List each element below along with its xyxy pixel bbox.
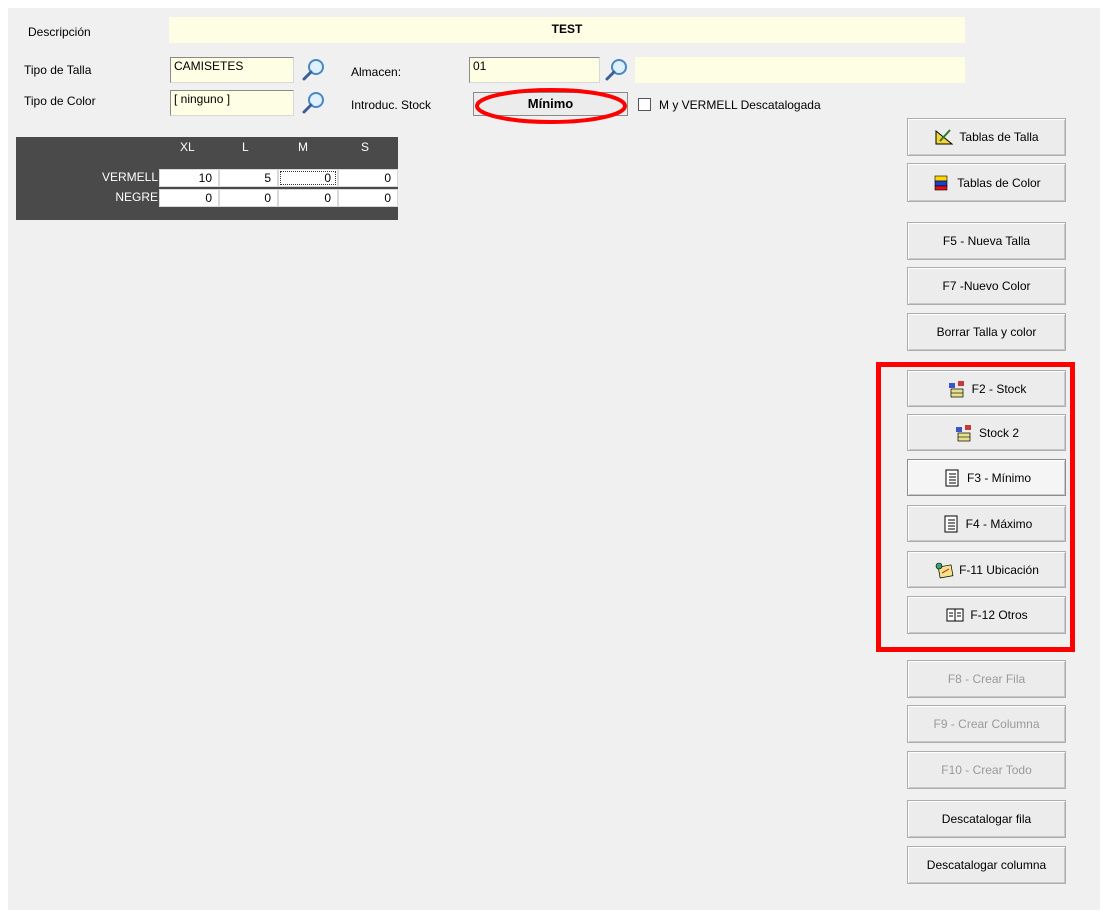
grid-row-label: VERMELL: [101, 170, 158, 184]
tablas-color-button[interactable]: Tablas de Color: [907, 163, 1066, 202]
grid-column-header: S: [361, 140, 370, 154]
maximo-button[interactable]: F4 - Máximo: [907, 505, 1066, 542]
boxes-icon: [955, 424, 971, 441]
grid-cell[interactable]: 0: [338, 169, 398, 187]
ubicacion-button[interactable]: F-11 Ubicación: [907, 551, 1066, 588]
form-panel: Descripción TEST Tipo de Talla CAMISETES…: [8, 8, 1100, 910]
red-ellipse-annotation: [475, 88, 627, 124]
almacen-lookup-button[interactable]: [603, 57, 629, 83]
minimo-label: F3 - Mínimo: [966, 470, 1031, 485]
tipo-talla-field[interactable]: CAMISETES: [170, 57, 294, 83]
descripcion-field[interactable]: TEST: [169, 17, 965, 43]
almacen-label: Almacen:: [351, 65, 402, 79]
descatalogar-fila-button[interactable]: Descatalogar fila: [907, 800, 1066, 838]
grid-cell[interactable]: 0: [159, 189, 219, 207]
tablas-talla-label: Tablas de Talla: [959, 130, 1039, 144]
tipo-color-lookup-button[interactable]: [300, 90, 326, 116]
crear-columna-button[interactable]: F9 - Crear Columna: [907, 705, 1066, 743]
book-icon: [946, 608, 964, 622]
ruler-icon: [935, 129, 954, 145]
magnifier-icon: [302, 59, 324, 81]
grid-cell[interactable]: 0: [219, 189, 278, 207]
boxes-icon: [948, 380, 964, 397]
otros-label: F-12 Otros: [970, 608, 1028, 622]
crear-todo-button[interactable]: F10 - Crear Todo: [907, 751, 1066, 789]
tipo-color-label: Tipo de Color: [24, 94, 96, 108]
tipo-color-field[interactable]: [ ninguno ]: [170, 90, 294, 116]
grid-row-label: NEGRE: [115, 190, 158, 204]
almacen-description-field[interactable]: [635, 57, 965, 83]
borrar-talla-color-button[interactable]: Borrar Talla y color: [907, 313, 1066, 351]
stock-button[interactable]: F2 - Stock: [907, 370, 1066, 407]
stock2-label: Stock 2: [978, 425, 1020, 440]
tipo-talla-lookup-button[interactable]: [300, 57, 326, 83]
descatalogada-label: M y VERMELL Descatalogada: [659, 98, 821, 112]
magnifier-icon: [605, 59, 627, 81]
size-color-grid: XL L M S VERMELL NEGRE 10 5 0 0 0 0 0 0: [16, 137, 398, 220]
tipo-talla-label: Tipo de Talla: [24, 63, 92, 77]
maximo-label: F4 - Máximo: [965, 516, 1033, 531]
grid-cell[interactable]: 0: [278, 189, 338, 207]
stock2-button[interactable]: Stock 2: [907, 414, 1066, 451]
document-list-icon: [944, 515, 958, 532]
almacen-field[interactable]: 01: [469, 57, 600, 83]
descatalogada-checkbox[interactable]: [638, 98, 651, 111]
color-flag-icon: [934, 175, 948, 190]
descripcion-label: Descripción: [28, 25, 91, 39]
ubicacion-label: F-11 Ubicación: [959, 562, 1039, 577]
tablas-color-label: Tablas de Color: [957, 175, 1041, 190]
grid-column-header: L: [242, 140, 249, 154]
otros-button[interactable]: F-12 Otros: [907, 596, 1066, 634]
crear-fila-button[interactable]: F8 - Crear Fila: [907, 660, 1066, 698]
grid-cell[interactable]: 0: [338, 189, 398, 207]
location-icon: [935, 562, 954, 578]
nuevo-color-button[interactable]: F7 -Nuevo Color: [907, 267, 1066, 305]
magnifier-icon: [302, 92, 324, 114]
grid-column-header: XL: [180, 140, 195, 154]
document-list-icon: [945, 469, 959, 486]
grid-cell[interactable]: 10: [159, 169, 219, 187]
descatalogar-columna-button[interactable]: Descatalogar columna: [907, 846, 1066, 884]
tablas-talla-button[interactable]: Tablas de Talla: [907, 118, 1066, 156]
stock-label: F2 - Stock: [971, 381, 1027, 396]
introduc-stock-label: Introduc. Stock: [351, 98, 432, 112]
grid-cell[interactable]: 0: [278, 169, 338, 187]
grid-column-header: M: [298, 140, 308, 154]
nueva-talla-button[interactable]: F5 - Nueva Talla: [907, 222, 1066, 260]
grid-cell[interactable]: 5: [219, 169, 278, 187]
minimo-button[interactable]: F3 - Mínimo: [907, 459, 1066, 496]
